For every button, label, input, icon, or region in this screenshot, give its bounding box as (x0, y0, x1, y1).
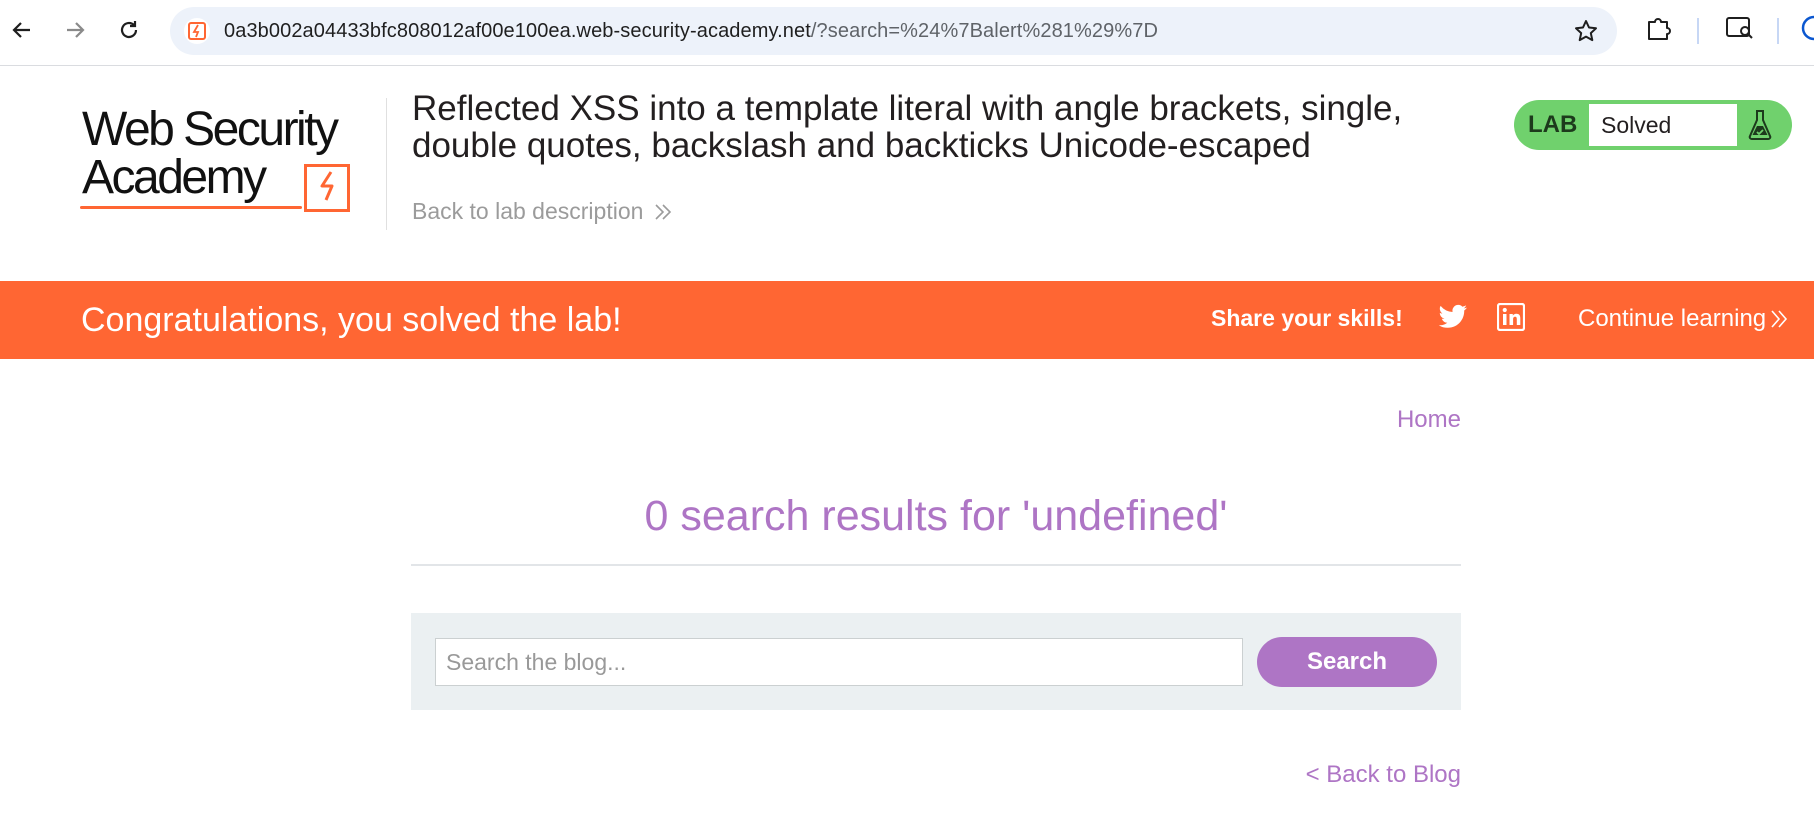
lab-badge-label: LAB (1528, 111, 1578, 138)
lab-status-field: Solved (1588, 103, 1738, 147)
lab-title: Reflected XSS into a template literal wi… (412, 89, 1403, 165)
toolbar-separator (1697, 18, 1699, 44)
logo-line-2: Academy (82, 151, 267, 204)
academy-header: Web Security Academy Reflected XSS into … (0, 66, 1814, 281)
reload-button[interactable] (112, 13, 146, 47)
screen-search-icon (1726, 17, 1753, 39)
lightning-icon (188, 22, 206, 40)
lightning-icon (320, 171, 334, 201)
extensions-button[interactable] (1644, 14, 1672, 47)
star-icon (1575, 20, 1597, 42)
url-text: 0a3b002a04433bfc808012af00e100ea.web-sec… (224, 20, 1158, 43)
home-link[interactable]: Home (1397, 406, 1461, 434)
search-input[interactable] (435, 638, 1243, 686)
back-to-blog-link[interactable]: < Back to Blog (1306, 761, 1461, 789)
linkedin-icon (1496, 302, 1526, 332)
search-button[interactable]: Search (1257, 637, 1437, 687)
url-path: /?search=%24%7Balert%281%29%7D (810, 20, 1158, 42)
back-to-lab-description-label: Back to lab description (412, 198, 644, 224)
address-bar[interactable]: 0a3b002a04433bfc808012af00e100ea.web-sec… (170, 7, 1617, 55)
logo-line-1: Web Security (82, 103, 339, 156)
search-results-heading: 0 search results for 'undefined' (644, 492, 1228, 540)
double-chevron-right-icon (655, 203, 672, 220)
url-host: 0a3b002a04433bfc808012af00e100ea.web-sec… (224, 20, 811, 42)
web-security-academy-logo[interactable]: Web Security Academy (80, 98, 382, 218)
twitter-icon (1438, 304, 1467, 328)
lab-status-text: Solved (1601, 112, 1672, 138)
browser-toolbar: 0a3b002a04433bfc808012af00e100ea.web-sec… (0, 0, 1814, 66)
arrow-right-icon (67, 22, 85, 38)
tab-search-button[interactable] (1725, 14, 1755, 47)
reload-icon (120, 21, 138, 39)
solved-message: Congratulations, you solved the lab! (81, 301, 622, 339)
linkedin-share-button[interactable] (1496, 302, 1526, 336)
flask-icon-wrap (1740, 104, 1780, 146)
continue-learning-link[interactable]: Continue learning (1578, 305, 1788, 333)
search-panel: Search (411, 613, 1461, 710)
logo-lightning-box (304, 164, 350, 212)
double-chevron-right-icon (1771, 310, 1788, 328)
continue-learning-label: Continue learning (1578, 305, 1767, 332)
header-divider (386, 98, 387, 230)
share-label: Share your skills! (1211, 305, 1403, 331)
results-divider (411, 564, 1461, 566)
flask-icon (1748, 110, 1772, 140)
profile-icon (1801, 15, 1814, 41)
puzzle-icon (1648, 18, 1671, 40)
site-favicon[interactable] (184, 18, 210, 44)
bookmark-button[interactable] (1573, 18, 1599, 49)
arrow-left-icon (12, 22, 30, 38)
logo-underline (80, 206, 302, 209)
back-to-lab-description-link[interactable]: Back to lab description (412, 198, 673, 225)
back-button[interactable] (5, 13, 39, 47)
solved-banner: Congratulations, you solved the lab! Sha… (0, 281, 1814, 359)
twitter-share-button[interactable] (1438, 304, 1468, 335)
toolbar-separator (1777, 18, 1779, 44)
lab-status-badge: LAB Solved (1514, 100, 1792, 150)
profile-button[interactable] (1800, 14, 1814, 47)
forward-button[interactable] (58, 13, 92, 47)
